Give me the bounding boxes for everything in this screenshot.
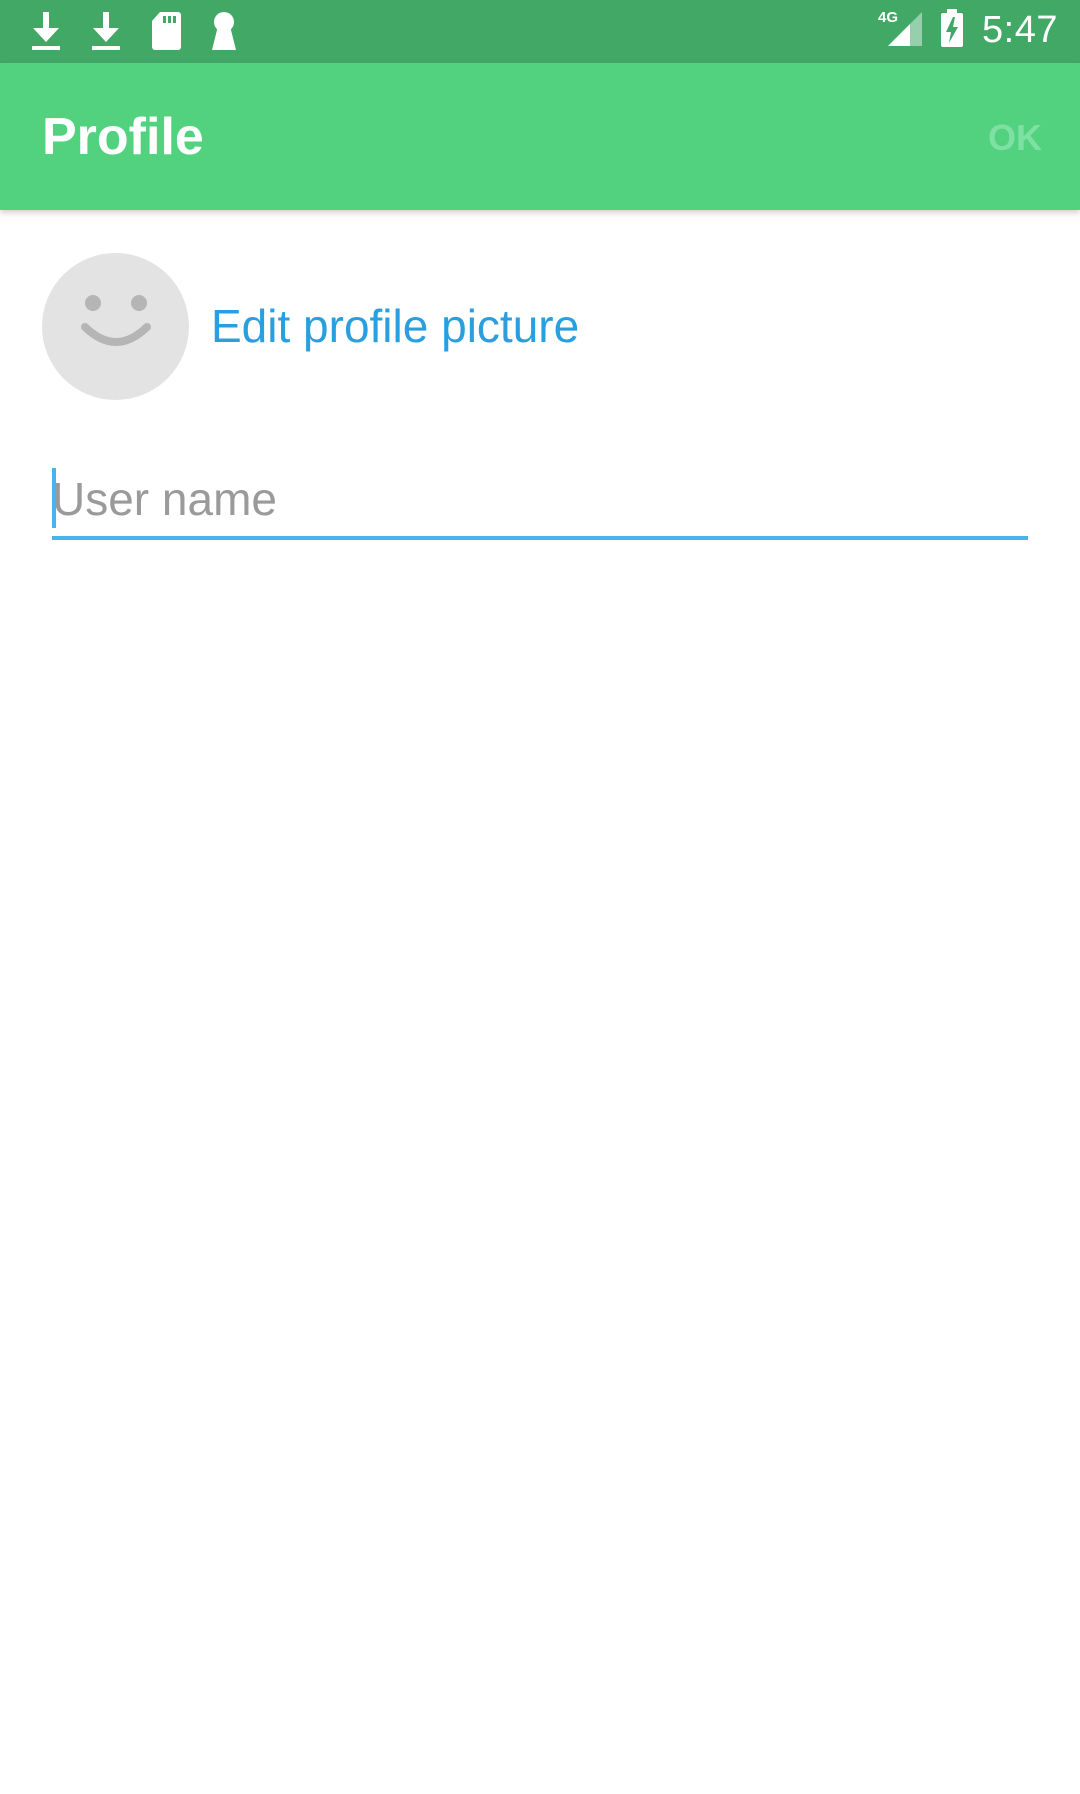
keyhole-icon bbox=[210, 10, 238, 52]
signal-icon: 4G bbox=[878, 8, 923, 53]
page-title: Profile bbox=[42, 108, 204, 166]
clock: 5:47 bbox=[982, 9, 1058, 51]
username-field-container bbox=[52, 462, 1028, 542]
battery-charging-icon bbox=[940, 8, 964, 53]
network-type-label: 4G bbox=[878, 9, 898, 26]
download-icon bbox=[90, 10, 122, 52]
text-cursor bbox=[52, 468, 56, 528]
avatar[interactable] bbox=[42, 252, 189, 400]
smiley-face-icon bbox=[71, 289, 161, 364]
system-icons: 4G 5:47 bbox=[878, 8, 1058, 53]
edit-profile-picture-link[interactable]: Edit profile picture bbox=[211, 299, 579, 353]
username-input[interactable] bbox=[52, 462, 1028, 540]
profile-picture-row: Edit profile picture bbox=[42, 252, 579, 400]
ok-button[interactable]: OK bbox=[988, 117, 1042, 159]
status-bar: 4G 5:47 bbox=[0, 0, 1080, 63]
sd-card-icon bbox=[150, 10, 182, 52]
notification-icons bbox=[30, 10, 238, 52]
download-icon bbox=[30, 10, 62, 52]
app-bar: Profile OK bbox=[0, 63, 1080, 210]
